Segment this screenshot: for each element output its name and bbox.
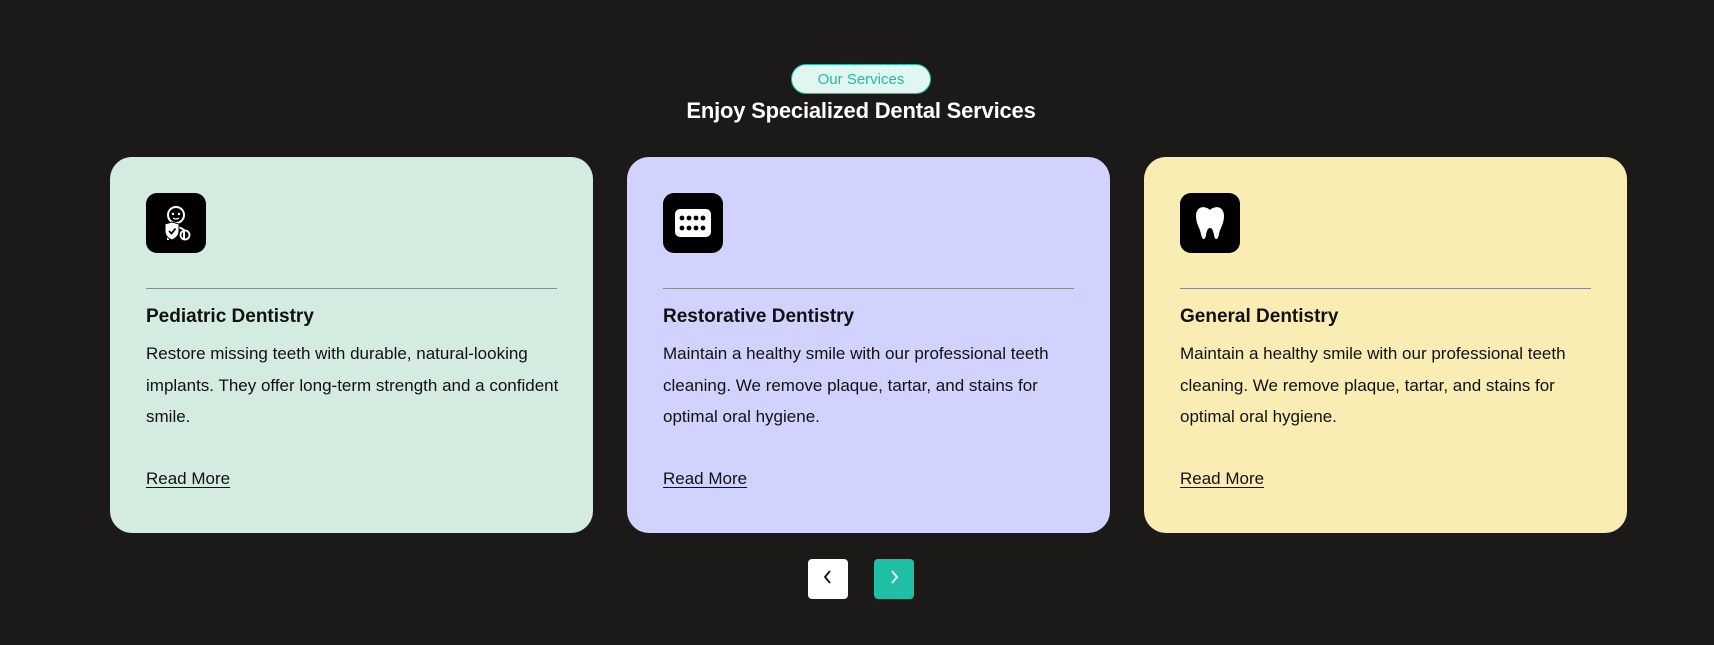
tooth-icon <box>1180 193 1240 253</box>
card-divider <box>1180 288 1591 289</box>
card-title: Restorative Dentistry <box>663 306 855 327</box>
prev-button[interactable] <box>808 559 848 599</box>
card-title: Pediatric Dentistry <box>146 306 314 327</box>
teeth-grid-icon <box>663 193 723 253</box>
chevron-left-icon <box>822 569 834 589</box>
card-divider <box>663 288 1074 289</box>
section-heading: Enjoy Specialized Dental Services <box>686 98 1036 123</box>
baby-shield-icon <box>146 193 206 253</box>
card-title: General Dentistry <box>1180 306 1339 327</box>
card-description: Restore missing teeth with durable, natu… <box>146 344 559 426</box>
card-description: Maintain a healthy smile with our profes… <box>1180 344 1566 426</box>
service-card-restorative: Restorative Dentistry Maintain a healthy… <box>627 157 1110 533</box>
card-divider <box>146 288 557 289</box>
read-more-link[interactable]: Read More <box>1180 469 1264 489</box>
next-button[interactable] <box>874 559 914 599</box>
section-badge: Our Services <box>791 64 931 94</box>
service-card-pediatric: Pediatric Dentistry Restore missing teet… <box>110 157 593 533</box>
service-card-general: General Dentistry Maintain a healthy smi… <box>1144 157 1627 533</box>
read-more-link[interactable]: Read More <box>146 469 230 489</box>
card-description: Maintain a healthy smile with our profes… <box>663 344 1049 426</box>
services-section: Our Services Enjoy Specialized Dental Se… <box>0 0 1714 645</box>
read-more-link[interactable]: Read More <box>663 469 747 489</box>
section-badge-label: Our Services <box>817 70 905 88</box>
chevron-right-icon <box>888 569 900 589</box>
